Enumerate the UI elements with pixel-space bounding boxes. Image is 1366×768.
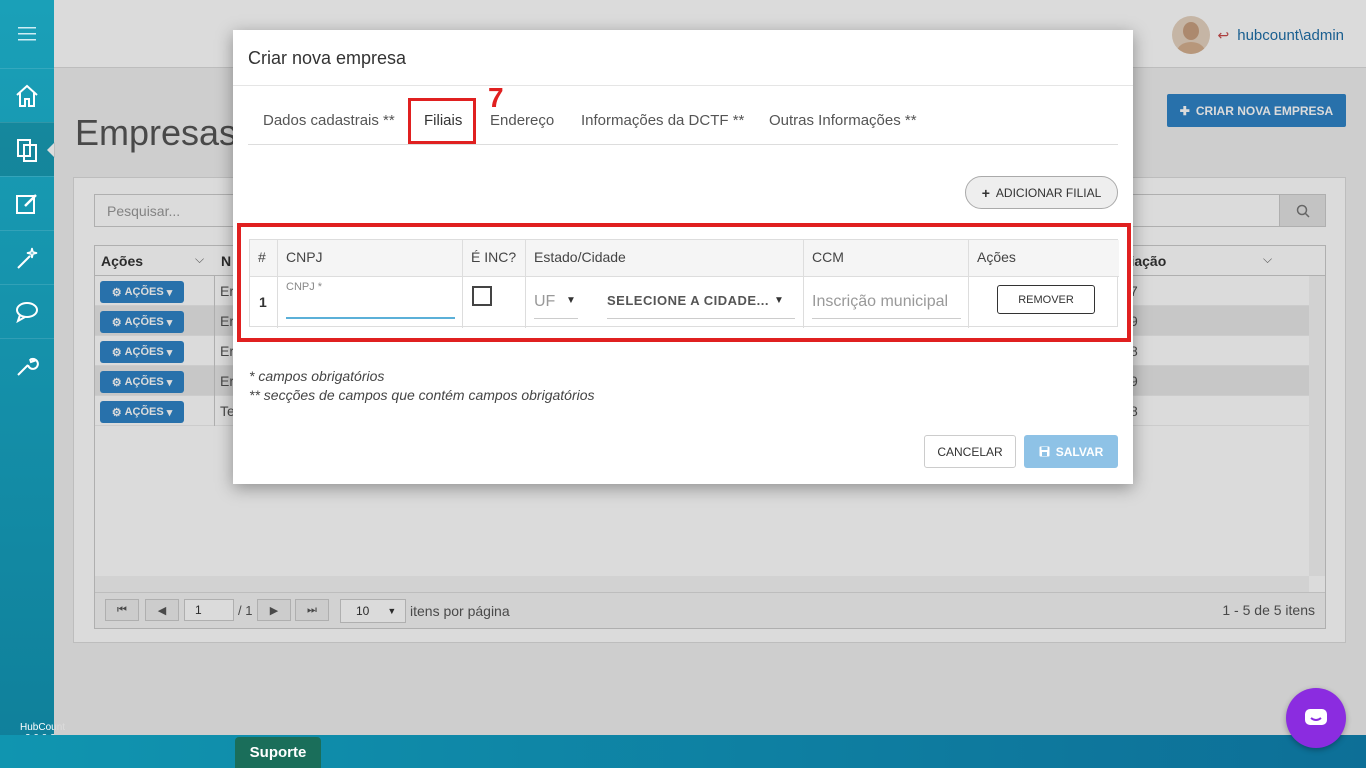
- filiais-table: # CNPJ É INC? Estado/Cidade CCM Ações 1 …: [249, 239, 1119, 328]
- home-icon: [16, 84, 38, 107]
- sidebar: HubCount v2.0.0.0 [20190121]: [0, 0, 70, 768]
- modal-tabs: Dados cadastrais ** Filiais Endereço Inf…: [248, 100, 1118, 145]
- cnpj-input[interactable]: [286, 317, 455, 319]
- header-cnpj: CNPJ: [278, 240, 463, 276]
- header-acoes: Ações: [969, 240, 1119, 276]
- header-estado-cidade: Estado/Cidade: [526, 240, 804, 276]
- hamburger-icon: [18, 27, 36, 41]
- add-filial-label: ADICIONAR FILIAL: [995, 185, 1102, 200]
- sidebar-item-chat[interactable]: [0, 284, 54, 338]
- required-note: * campos obrigatórios: [249, 368, 385, 384]
- chat-bubble-icon: [1305, 709, 1327, 725]
- create-company-modal: Criar nova empresa Dados cadastrais ** F…: [233, 30, 1133, 484]
- sidebar-item-tools[interactable]: [0, 338, 54, 392]
- menu-toggle[interactable]: [0, 0, 54, 68]
- caret-down-icon[interactable]: ▼: [774, 295, 784, 306]
- ccm-placeholder: Inscrição municipal: [812, 293, 949, 310]
- caret-down-icon[interactable]: ▼: [566, 295, 576, 306]
- ccm-input[interactable]: Inscrição municipal: [812, 293, 961, 319]
- required-sections-note: ** secções de campos que contém campos o…: [249, 387, 595, 403]
- tab-outras-informacoes[interactable]: Outras Informações **: [769, 112, 917, 129]
- cnpj-floating-label: CNPJ *: [286, 281, 323, 293]
- tab-dados-cadastrais[interactable]: Dados cadastrais **: [263, 112, 395, 129]
- chat-icon: [16, 301, 38, 323]
- sidebar-item-home[interactable]: [0, 68, 54, 122]
- modal-divider: [233, 85, 1133, 86]
- cidade-select[interactable]: SELECIONE A CIDADE...: [607, 293, 795, 319]
- ccm-cell: Inscrição municipal: [804, 276, 969, 328]
- tab-endereco[interactable]: Endereço: [490, 112, 554, 129]
- save-label: SALVAR: [1055, 444, 1104, 459]
- documents-icon: [17, 138, 37, 162]
- cnpj-cell: CNPJ *: [278, 276, 463, 328]
- footer-bar: [0, 735, 1366, 768]
- cancel-button[interactable]: CANCELAR: [924, 435, 1016, 468]
- acoes-cell: REMOVER: [969, 276, 1119, 328]
- chat-widget-button[interactable]: [1286, 688, 1346, 748]
- sidebar-item-edit[interactable]: [0, 176, 54, 230]
- plus-icon: +: [981, 184, 990, 201]
- estado-cidade-cell: UF ▼ SELECIONE A CIDADE... ▼: [526, 276, 804, 328]
- row-number: 1: [250, 276, 278, 328]
- save-button[interactable]: SALVAR: [1024, 435, 1118, 468]
- cidade-placeholder: SELECIONE A CIDADE...: [607, 293, 769, 308]
- header-num: #: [250, 240, 278, 276]
- sidebar-item-empresas[interactable]: [0, 122, 55, 176]
- modal-title: Criar nova empresa: [248, 48, 407, 68]
- step-number: 7: [488, 82, 504, 113]
- add-filial-button[interactable]: + ADICIONAR FILIAL: [965, 176, 1118, 209]
- tab-highlight-box: [408, 98, 476, 144]
- uf-placeholder: UF: [534, 293, 556, 310]
- tab-informacoes-dctf[interactable]: Informações da DCTF **: [581, 112, 744, 129]
- remove-filial-button[interactable]: REMOVER: [997, 285, 1095, 314]
- inc-cell: [463, 276, 526, 328]
- inc-checkbox[interactable]: [472, 286, 492, 306]
- sidebar-item-magic[interactable]: [0, 230, 54, 284]
- magic-wand-icon: [17, 247, 38, 269]
- wrench-icon: [17, 357, 39, 376]
- support-tab[interactable]: Suporte: [235, 737, 321, 768]
- header-inc: É INC?: [463, 240, 526, 276]
- edit-icon: [16, 193, 37, 214]
- header-ccm: CCM: [804, 240, 969, 276]
- save-icon: [1039, 446, 1050, 457]
